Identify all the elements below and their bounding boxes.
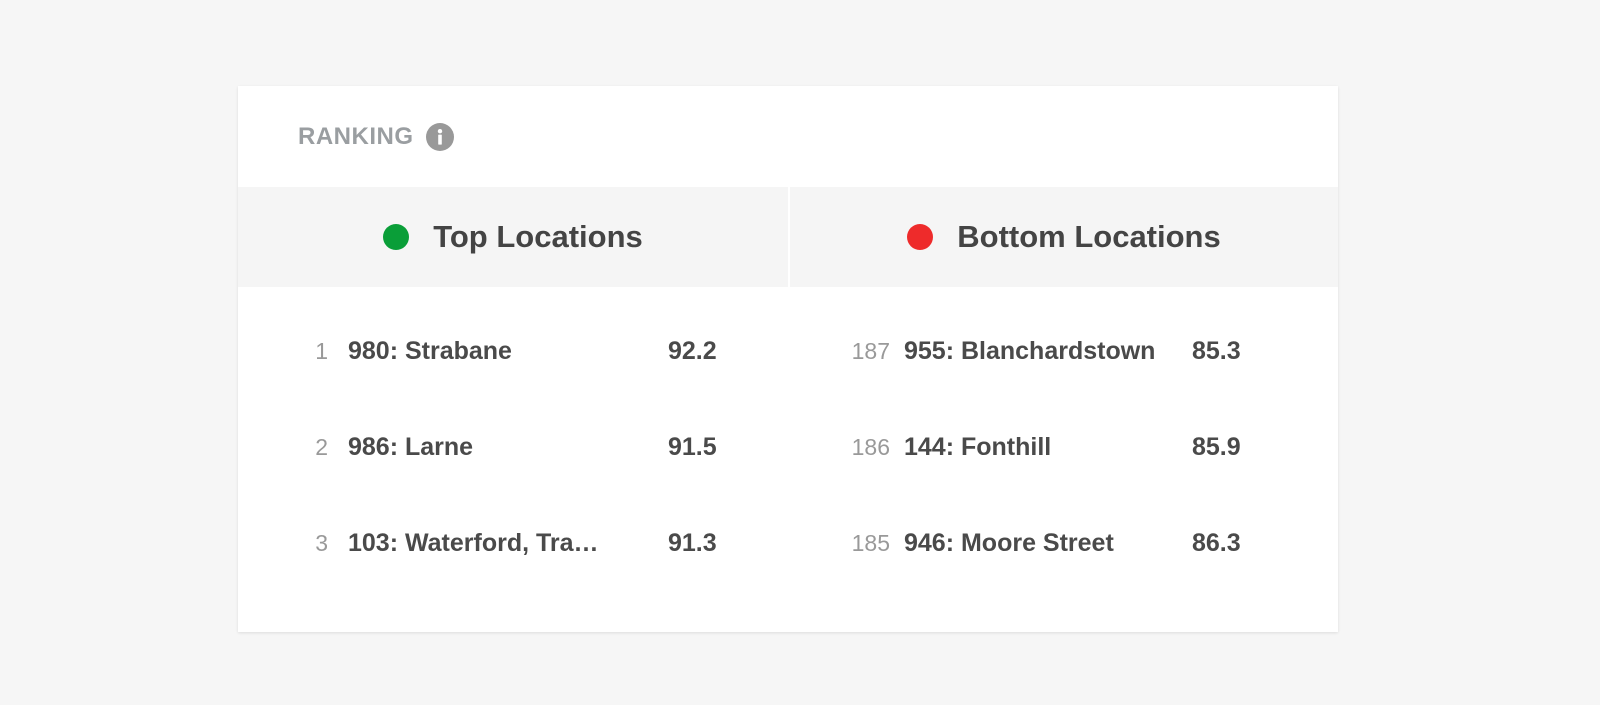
location-name: 144: Fonthill — [904, 432, 1052, 461]
location-name: 986: Larne — [348, 432, 474, 461]
card-header: RANKING — [238, 86, 1338, 187]
ranking-columns: Top Locations 1 980: Strabane 92.2 2 986… — [238, 187, 1338, 632]
top-locations-title: Top Locations — [433, 219, 643, 254]
top-locations-header: Top Locations — [238, 187, 788, 287]
rank-number: 186 — [851, 433, 890, 460]
card-title: RANKING — [298, 122, 414, 150]
rank-number: 187 — [851, 337, 890, 364]
bottom-locations-header: Bottom Locations — [790, 187, 1338, 287]
location-score: 91.3 — [668, 528, 717, 557]
bottom-locations-list: 187 955: Blanchardstown 85.3 186 144: Fo… — [790, 287, 1338, 591]
top-locations-list: 1 980: Strabane 92.2 2 986: Larne 91.5 3… — [238, 287, 788, 591]
ranking-card: RANKING Top Locations 1 980: Strabane 92… — [238, 86, 1338, 632]
location-score: 86.3 — [1192, 528, 1241, 557]
rank-number: 2 — [315, 433, 328, 460]
top-locations-column: Top Locations 1 980: Strabane 92.2 2 986… — [238, 187, 788, 632]
location-name: 103: Waterford, Tra… — [348, 528, 599, 557]
location-score: 85.9 — [1192, 432, 1241, 461]
rank-number: 1 — [315, 337, 328, 364]
list-item[interactable]: 186 144: Fonthill 85.9 — [790, 399, 1338, 495]
list-item[interactable]: 2 986: Larne 91.5 — [238, 399, 788, 495]
location-name: 946: Moore Street — [904, 528, 1114, 557]
location-name: 955: Blanchardstown — [904, 336, 1156, 365]
list-item[interactable]: 185 946: Moore Street 86.3 — [790, 495, 1338, 591]
list-item[interactable]: 1 980: Strabane 92.2 — [238, 303, 788, 399]
bottom-locations-title: Bottom Locations — [957, 219, 1221, 254]
red-dot-icon — [907, 224, 934, 250]
bottom-locations-column: Bottom Locations 187 955: Blanchardstown… — [790, 187, 1338, 632]
location-score: 85.3 — [1192, 336, 1241, 365]
location-score: 91.5 — [668, 432, 717, 461]
list-item[interactable]: 187 955: Blanchardstown 85.3 — [790, 303, 1338, 399]
green-dot-icon — [383, 224, 410, 250]
info-icon[interactable] — [425, 122, 454, 151]
location-name: 980: Strabane — [348, 336, 512, 365]
location-score: 92.2 — [668, 336, 717, 365]
rank-number: 185 — [851, 529, 890, 556]
rank-number: 3 — [315, 529, 328, 556]
list-item[interactable]: 3 103: Waterford, Tra… 91.3 — [238, 495, 788, 591]
